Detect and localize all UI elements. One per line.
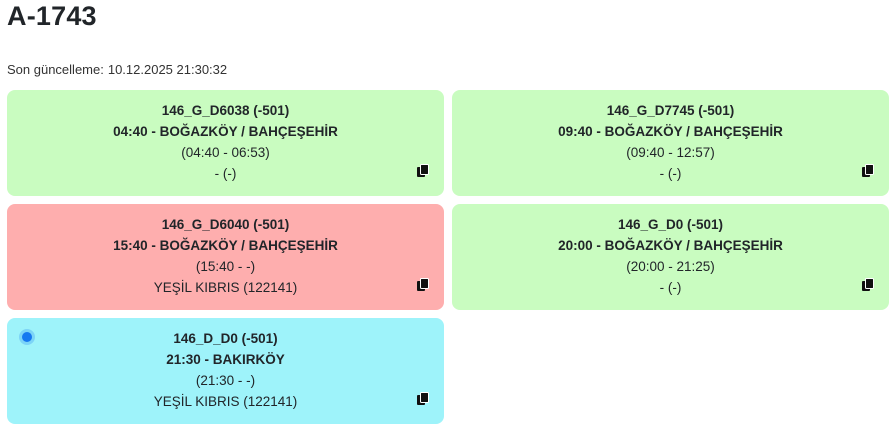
copy-icon[interactable] [416,392,430,406]
trip-route: 04:40 - BOĞAZKÖY / BAHÇEŞEHİR [113,124,338,139]
trip-code: 146_G_D7745 (-501) [606,103,735,118]
page-title: A-1743 [7,1,97,31]
last-updated-value: 10.12.2025 21:30:32 [107,62,228,77]
last-updated: Son güncelleme: 10.12.2025 21:30:32 [7,62,227,77]
copy-icon[interactable] [861,164,875,178]
trip-vehicle: - (-) [214,166,237,181]
trip-card[interactable]: 146_G_D6038 (-501) 04:40 - BOĞAZKÖY / BA… [7,90,444,196]
trip-code: 146_G_D6040 (-501) [161,217,290,232]
trip-times: (20:00 - 21:25) [626,259,715,274]
trip-vehicle: - (-) [659,280,682,295]
last-updated-label: Son güncelleme: [7,62,104,77]
trip-route: 15:40 - BOĞAZKÖY / BAHÇEŞEHİR [113,238,338,253]
trip-route: 21:30 - BAKIRKÖY [166,352,285,367]
trip-code: 146_D_D0 (-501) [173,331,278,346]
copy-icon[interactable] [861,278,875,292]
trip-card[interactable]: 146_G_D7745 (-501) 09:40 - BOĞAZKÖY / BA… [452,90,889,196]
trip-route: 09:40 - BOĞAZKÖY / BAHÇEŞEHİR [558,124,783,139]
trip-vehicle: YEŞİL KIBRIS (122141) [153,280,298,295]
trip-card[interactable]: 146_G_D6040 (-501) 15:40 - BOĞAZKÖY / BA… [7,204,444,310]
copy-icon[interactable] [416,278,430,292]
trip-card-active[interactable]: 146_D_D0 (-501) 21:30 - BAKIRKÖY (21:30 … [7,318,444,424]
trip-times: (04:40 - 06:53) [181,145,270,160]
trip-route: 20:00 - BOĞAZKÖY / BAHÇEŞEHİR [558,238,783,253]
trip-times: (09:40 - 12:57) [626,145,715,160]
trip-code: 146_G_D0 (-501) [617,217,724,232]
trip-times: (15:40 - -) [195,259,256,274]
trip-card[interactable]: 146_G_D0 (-501) 20:00 - BOĞAZKÖY / BAHÇE… [452,204,889,310]
trip-code: 146_G_D6038 (-501) [161,103,290,118]
trip-times: (21:30 - -) [195,373,256,388]
trip-vehicle: YEŞİL KIBRIS (122141) [153,394,298,409]
copy-icon[interactable] [416,164,430,178]
trip-vehicle: - (-) [659,166,682,181]
